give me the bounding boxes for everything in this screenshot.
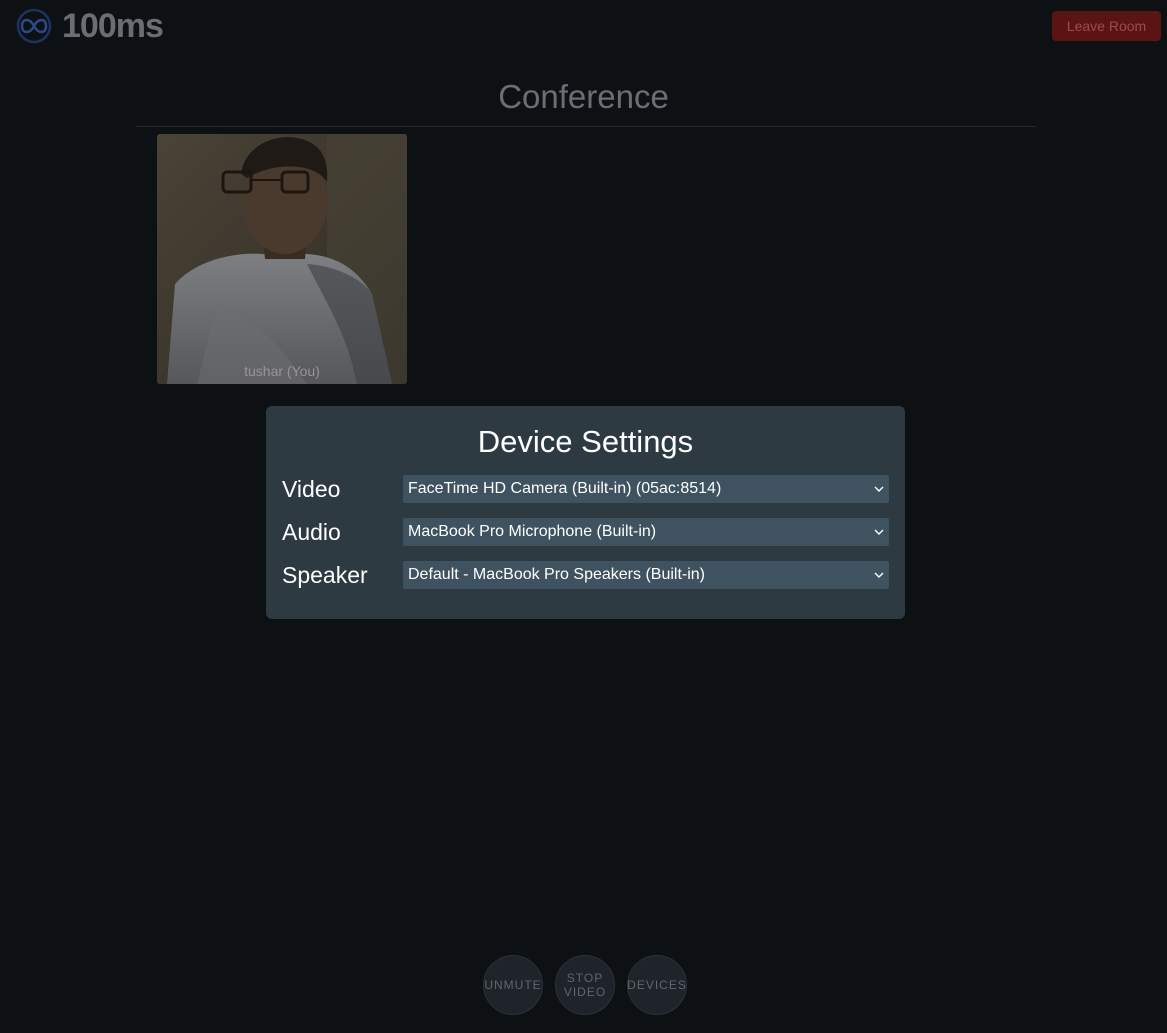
- modal-title: Device Settings: [477, 424, 694, 459]
- video-device-value: FaceTime HD Camera (Built-in) (05ac:8514…: [408, 480, 722, 497]
- video-tile-self[interactable]: tushar (You): [157, 134, 407, 384]
- participant-name-label: tushar (You): [244, 363, 320, 379]
- video-device-row: Video FaceTime HD Camera (Built-in) (05a…: [282, 475, 889, 503]
- app-logo[interactable]: 100ms: [16, 6, 164, 46]
- page-title: Conference: [498, 78, 669, 115]
- stop-video-button[interactable]: STOP VIDEO: [555, 955, 615, 1015]
- audio-device-row: Audio MacBook Pro Microphone (Built-in): [282, 518, 889, 546]
- title-divider: [136, 126, 1036, 127]
- device-settings-modal: Device Settings Video FaceTime HD Camera…: [266, 406, 905, 619]
- speaker-device-value: Default - MacBook Pro Speakers (Built-in…: [408, 566, 705, 583]
- logo-text: 100ms: [62, 6, 164, 45]
- chevron-down-icon: [874, 572, 884, 578]
- unmute-button[interactable]: UNMUTE: [483, 955, 543, 1015]
- audio-device-select[interactable]: MacBook Pro Microphone (Built-in): [403, 518, 889, 546]
- audio-device-value: MacBook Pro Microphone (Built-in): [408, 523, 657, 540]
- conference-page: 100ms Leave Room Conference tushar (You)…: [0, 0, 1167, 1033]
- speaker-device-select[interactable]: Default - MacBook Pro Speakers (Built-in…: [403, 561, 889, 589]
- chevron-down-icon: [874, 486, 884, 492]
- audio-device-label: Audio: [282, 519, 341, 545]
- devices-button[interactable]: DEVICES: [627, 955, 687, 1015]
- speaker-device-row: Speaker Default - MacBook Pro Speakers (…: [282, 561, 889, 589]
- camera-feed-image: [157, 134, 407, 384]
- speaker-device-label: Speaker: [282, 562, 368, 588]
- video-device-label: Video: [282, 476, 341, 502]
- leave-room-button[interactable]: Leave Room: [1052, 11, 1161, 41]
- infinity-logo-icon: [16, 8, 52, 44]
- video-device-select[interactable]: FaceTime HD Camera (Built-in) (05ac:8514…: [403, 475, 889, 503]
- chevron-down-icon: [874, 529, 884, 535]
